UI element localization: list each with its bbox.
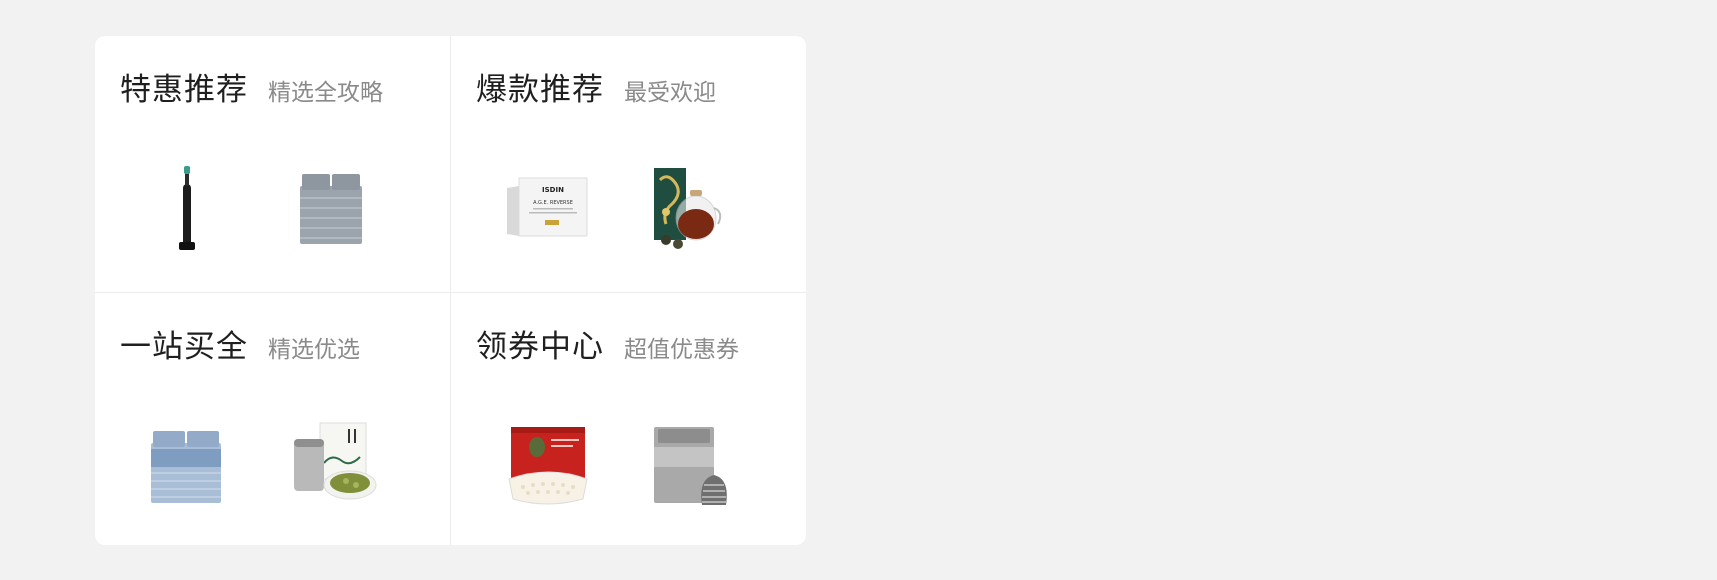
tea-tin-gift-set-icon[interactable] bbox=[280, 413, 380, 513]
panel-title: 领券中心 bbox=[476, 329, 604, 365]
panel-header: 爆款推荐 最受欢迎 bbox=[476, 64, 716, 109]
panel-subtitle: 最受欢迎 bbox=[624, 80, 716, 106]
promo-grid-card: 特惠推荐 精选全攻略 爆款推荐 最受欢迎 ISDIN A.G.E. REVERS… bbox=[95, 36, 806, 545]
panel-special-offers[interactable]: 特惠推荐 精选全攻略 bbox=[95, 36, 450, 290]
panel-header: 特惠推荐 精选全攻略 bbox=[120, 64, 383, 109]
tea-pot-set-icon[interactable] bbox=[636, 156, 736, 256]
panel-header: 一站买全 精选优选 bbox=[120, 321, 360, 366]
electric-toothbrush-icon[interactable] bbox=[137, 156, 237, 256]
panel-bestsellers[interactable]: 爆款推荐 最受欢迎 ISDIN A.G.E. REVERSE bbox=[451, 36, 806, 290]
panel-title: 特惠推荐 bbox=[120, 72, 248, 108]
latex-pillow-box-icon[interactable] bbox=[493, 413, 593, 513]
product-brand: ISDIN bbox=[542, 186, 564, 194]
gray-bedding-set-icon[interactable] bbox=[280, 156, 380, 256]
panel-subtitle: 精选全攻略 bbox=[268, 80, 383, 106]
panel-title: 爆款推荐 bbox=[476, 72, 604, 108]
panel-title: 一站买全 bbox=[120, 329, 248, 365]
panel-header: 领券中心 超值优惠券 bbox=[476, 321, 739, 366]
panel-coupon-center[interactable]: 领券中心 超值优惠券 bbox=[451, 293, 806, 545]
panel-subtitle: 超值优惠券 bbox=[624, 337, 739, 363]
panel-one-stop-shop[interactable]: 一站买全 精选优选 bbox=[95, 293, 450, 545]
panel-subtitle: 精选优选 bbox=[268, 337, 360, 363]
isdin-serum-box-icon[interactable]: ISDIN A.G.E. REVERSE bbox=[493, 156, 593, 256]
blue-bedding-set-icon[interactable] bbox=[137, 413, 237, 513]
gray-bedding-bag-icon[interactable] bbox=[636, 413, 736, 513]
product-text: A.G.E. REVERSE bbox=[533, 200, 573, 206]
